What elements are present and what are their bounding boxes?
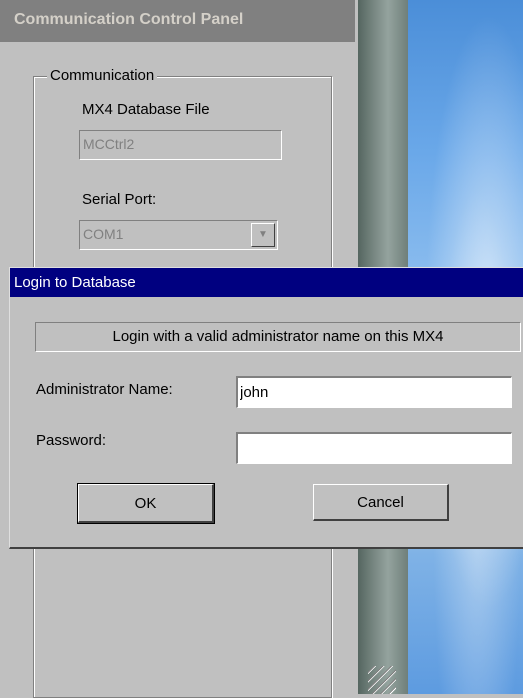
resize-grip-icon[interactable] bbox=[368, 666, 396, 694]
password-input[interactable] bbox=[236, 432, 512, 464]
password-label: Password: bbox=[36, 432, 107, 449]
panel-title-bar: Communication Control Panel bbox=[0, 0, 355, 42]
cancel-button[interactable]: Cancel bbox=[313, 484, 449, 521]
chevron-down-icon: ▼ bbox=[251, 223, 275, 247]
ok-button[interactable]: OK bbox=[77, 483, 215, 524]
serial-port-value: COM1 bbox=[83, 226, 124, 242]
login-dialog: Login to Database Login with a valid adm… bbox=[9, 267, 523, 549]
admin-name-input[interactable] bbox=[236, 376, 512, 408]
db-file-label: MX4 Database File bbox=[82, 101, 210, 118]
dialog-title-bar[interactable]: Login to Database bbox=[10, 268, 523, 297]
communication-group-label: Communication bbox=[47, 67, 158, 84]
info-message: Login with a valid administrator name on… bbox=[35, 322, 521, 352]
serial-port-label: Serial Port: bbox=[82, 191, 157, 208]
admin-name-label: Administrator Name: bbox=[36, 381, 173, 398]
serial-port-combo: COM1 ▼ bbox=[79, 220, 278, 250]
db-file-field: MCCtrl2 bbox=[79, 130, 282, 160]
